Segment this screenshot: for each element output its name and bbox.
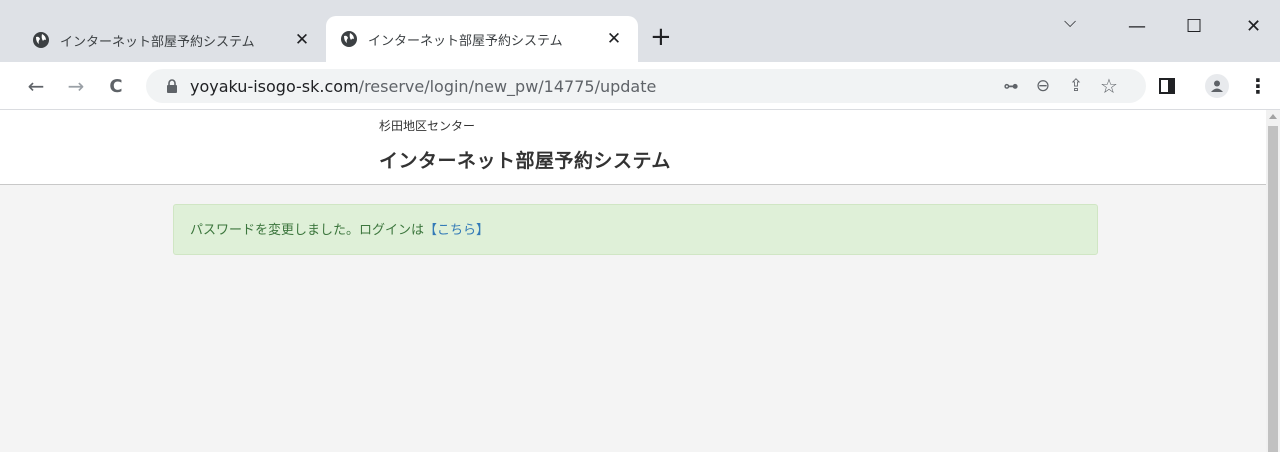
zoom-icon[interactable]: ⊖: [1031, 74, 1055, 98]
center-name: 杉田地区センター: [379, 119, 476, 133]
menu-icon[interactable]: ⋮: [1246, 74, 1270, 98]
url-text: yoyaku-isogo-sk.com/reserve/login/new_pw…: [190, 77, 656, 96]
vertical-scrollbar[interactable]: [1266, 110, 1280, 452]
globe-icon: [340, 30, 358, 48]
success-alert: パスワードを変更しました。ログインは【こちら】: [173, 204, 1098, 255]
alert-message: パスワードを変更しました。ログインは: [190, 223, 425, 238]
new-tab-button[interactable]: +: [650, 24, 672, 50]
maximize-button[interactable]: ☐: [1186, 16, 1202, 37]
browser-toolbar: ← → C yoyaku-isogo-sk.com/reserve/login/…: [0, 62, 1280, 110]
share-icon[interactable]: ⇪: [1064, 74, 1088, 98]
system-title: インターネット部屋予約システム: [379, 150, 671, 172]
globe-icon: [32, 31, 50, 49]
tab-title: インターネット部屋予約システム: [60, 34, 255, 50]
tab-close-icon[interactable]: ✕: [604, 29, 624, 49]
close-window-button[interactable]: ✕: [1246, 16, 1261, 37]
login-link[interactable]: 【こちら】: [424, 223, 489, 238]
side-panel-icon[interactable]: [1155, 74, 1179, 98]
tab-title: インターネット部屋予約システム: [368, 33, 563, 49]
url-path: /reserve/login/new_pw/14775/update: [358, 76, 657, 96]
tab-search-chevron-icon[interactable]: ⌵: [1064, 12, 1076, 32]
tab-active[interactable]: インターネット部屋予約システム ✕: [326, 16, 638, 62]
bookmark-star-icon[interactable]: ☆: [1097, 74, 1121, 98]
address-bar[interactable]: yoyaku-isogo-sk.com/reserve/login/new_pw…: [146, 69, 1146, 103]
reload-button[interactable]: C: [102, 72, 130, 100]
tab-close-icon[interactable]: ✕: [292, 30, 312, 50]
profile-avatar-icon[interactable]: [1205, 74, 1229, 98]
scroll-up-arrow-icon[interactable]: [1269, 114, 1277, 119]
url-host: yoyaku-isogo-sk.com: [190, 76, 359, 96]
minimize-button[interactable]: —: [1128, 16, 1146, 37]
site-header: 杉田地区センター インターネット部屋予約システム: [0, 110, 1266, 185]
key-icon[interactable]: ⊶: [999, 74, 1023, 98]
tab-strip: インターネット部屋予約システム ✕ インターネット部屋予約システム ✕ + ⌵ …: [0, 0, 1280, 62]
lock-icon[interactable]: [166, 79, 178, 93]
forward-button[interactable]: →: [62, 72, 90, 100]
tab-inactive[interactable]: インターネット部屋予約システム ✕: [18, 18, 326, 62]
page-content: 杉田地区センター インターネット部屋予約システム パスワードを変更しました。ログ…: [0, 110, 1266, 452]
scrollbar-thumb[interactable]: [1268, 126, 1278, 452]
back-button[interactable]: ←: [22, 72, 50, 100]
